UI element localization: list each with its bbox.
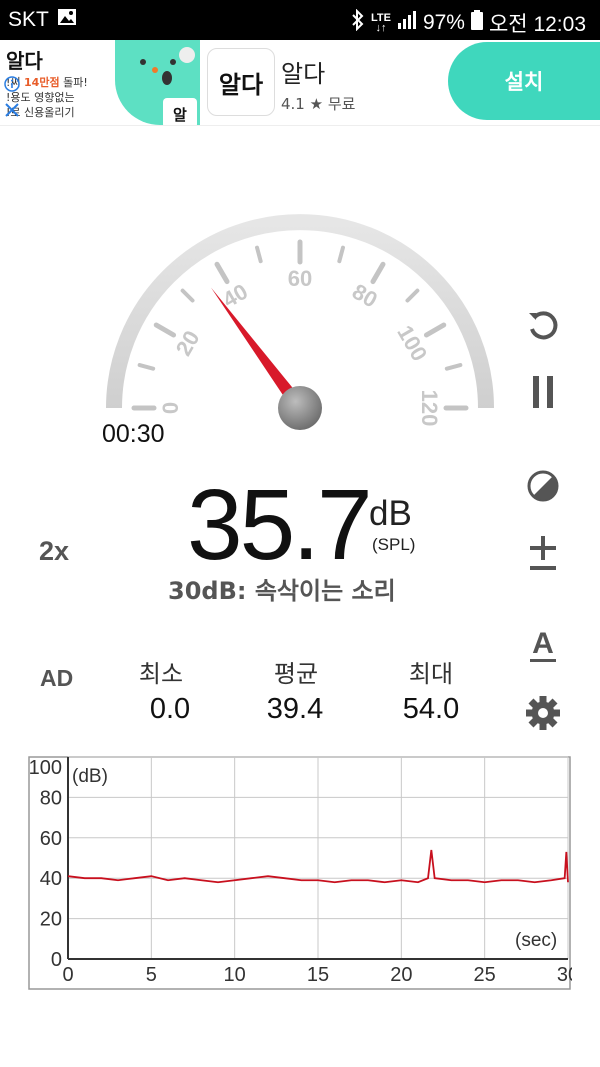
x-tick-label: 20 (390, 964, 412, 986)
gauge-tick-label: 80 (348, 279, 382, 313)
x-tick-label: 5 (146, 964, 157, 986)
bluetooth-icon (351, 8, 365, 37)
multiplier-toggle[interactable]: 2x (39, 536, 69, 567)
ad-mascot-badge: 알 (173, 106, 187, 124)
a-weighting-icon[interactable]: A (523, 625, 563, 665)
battery-icon (470, 10, 483, 36)
elapsed-timer: 00:30 (102, 420, 165, 448)
carrier-label: SKT (8, 8, 49, 31)
ad-app-meta: 4.1 ★ 무료 (281, 93, 355, 114)
gauge-tick (423, 322, 447, 338)
ad-brand: 알다 (6, 49, 43, 73)
gauge-tick (214, 261, 230, 285)
calibrate-icon[interactable] (523, 534, 563, 574)
gauge-tick (137, 363, 156, 371)
gauge-tick (255, 245, 263, 264)
install-button[interactable]: 설치 (448, 42, 600, 120)
lte-icon: LTE ↓↑ (370, 12, 391, 34)
x-tick-label: 15 (307, 964, 329, 986)
ad-banner[interactable]: 알다 !써 14만점 돌파! !용도 영향없는 !로 신용올리기 알 알다 알다… (0, 40, 600, 126)
sound-level-gauge: 0 20 40 60 80 100 120 (106, 214, 494, 430)
avg-value: 39.4 (266, 693, 324, 725)
gauge-tick-label: 40 (218, 279, 252, 313)
y-tick-label: 100 (29, 757, 62, 779)
x-tick-label: 10 (224, 964, 246, 986)
avg-label: 평균 (273, 660, 319, 688)
chart-frame (28, 756, 571, 990)
gauge-tick-label: 60 (288, 266, 312, 291)
x-axis-label: (sec) (515, 930, 557, 951)
ad-line-1-post: 돌파! (59, 76, 88, 89)
pause-icon[interactable] (523, 372, 563, 412)
gauge-hub (278, 386, 322, 430)
gauge-tick (370, 261, 386, 285)
x-tick-label: 0 (62, 964, 73, 986)
settings-icon[interactable] (523, 693, 563, 733)
gauge-tick-label: 0 (158, 402, 183, 414)
x-tick-label: 30 (557, 964, 572, 986)
max-label: 최대 (408, 660, 454, 688)
gauge-tick-label: 20 (171, 326, 205, 360)
y-axis-label: (dB) (72, 766, 108, 787)
gauge-tick (444, 363, 463, 371)
y-tick-label: 0 (51, 949, 62, 971)
svg-text:A: A (532, 627, 554, 660)
y-tick-label: 40 (40, 868, 62, 890)
image-icon (57, 8, 77, 32)
star-icon: ★ (309, 95, 324, 113)
reset-icon[interactable] (523, 305, 563, 345)
gauge-tick-label: 100 (392, 321, 432, 365)
spl-label: (SPL) (372, 535, 416, 554)
battery-percent: 97% (422, 11, 465, 34)
db-unit: dB (369, 494, 412, 533)
min-value: 0.0 (149, 693, 191, 725)
ad-highlight: 14만점 (24, 76, 60, 89)
theme-icon[interactable] (523, 466, 563, 506)
gauge-tick (337, 245, 345, 264)
ad-creative[interactable]: 알다 !써 14만점 돌파! !용도 영향없는 !로 신용올리기 알 (0, 40, 200, 125)
signal-icon (397, 10, 417, 36)
y-tick-label: 20 (40, 909, 62, 931)
ad-rating: 4.1 (281, 95, 305, 113)
y-tick-label: 80 (40, 787, 62, 809)
gauge-tick (153, 322, 177, 338)
ad-info-icon[interactable] (4, 76, 20, 96)
x-tick-label: 25 (474, 964, 496, 986)
ad-toggle[interactable]: AD (40, 665, 73, 692)
ad-close-icon[interactable] (4, 102, 20, 122)
status-bar: SKT LTE ↓↑ 97% 오전 12:03 (0, 0, 600, 40)
y-tick-label: 60 (40, 828, 62, 850)
min-label: 최소 (138, 660, 184, 688)
ad-app-name: 알다 (281, 60, 326, 88)
ad-price: 무료 (327, 95, 356, 113)
level-description: 30dB: 속삭이는 소리 (168, 577, 396, 605)
db-history-chart: 0 5 10 15 20 25 30 0 20 40 60 80 100 (dB) (sec) (28, 756, 572, 990)
clock: 오전 12:03 (488, 13, 586, 36)
max-value: 54.0 (402, 693, 460, 725)
gauge-tick (405, 288, 420, 303)
ad-app-icon[interactable]: 알다 (207, 48, 275, 116)
gauge-tick (180, 288, 195, 303)
db-reading: 35.7 (187, 469, 373, 581)
gauge-tick-label: 120 (417, 390, 442, 427)
ad-mascot-image: 알 (115, 40, 200, 125)
